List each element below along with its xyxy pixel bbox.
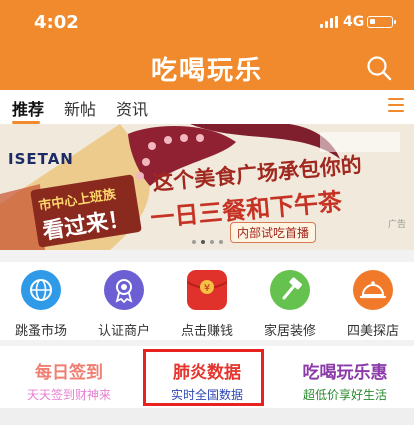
status-bar: 4:02 4G [0, 0, 414, 42]
promo-banner[interactable]: ISETAN 市中心上班族 看过来！ 这个美食广场承包你的 一日三餐和下午茶 内… [0, 124, 414, 250]
promo-daily-checkin[interactable]: 每日签到 天天签到财神来 [0, 346, 138, 408]
quick-links: 跳蚤市场 认证商户 ¥ 点击赚钱 家居装修 四美探店 [0, 262, 414, 340]
badge-icon [104, 270, 144, 310]
red-envelope-icon: ¥ [186, 270, 228, 310]
signal-icon [320, 16, 338, 28]
quick-link-label: 四美探店 [346, 324, 399, 339]
quick-link-shop-explore[interactable]: 四美探店 [332, 270, 414, 340]
hammer-icon [270, 270, 310, 310]
status-time: 4:02 [34, 12, 79, 33]
page-title: 吃喝玩乐 [150, 56, 263, 86]
svg-text:¥: ¥ [204, 283, 210, 294]
promo-deals[interactable]: 吃喝玩乐惠 超低价享好生活 [276, 346, 414, 408]
quick-link-label: 认证商户 [97, 324, 150, 339]
search-icon[interactable] [365, 54, 393, 82]
banner-brand: ISETAN [8, 150, 74, 168]
tab-new-posts[interactable]: 新帖 [64, 96, 96, 120]
app-header: 4:02 4G 吃喝玩乐 [0, 0, 414, 90]
tab-recommend[interactable]: 推荐 [12, 96, 44, 120]
quick-link-label: 跳蚤市场 [14, 324, 67, 339]
quick-link-certified-merchants[interactable]: 认证商户 [83, 270, 165, 340]
promo-title: 吃喝玩乐惠 [302, 363, 388, 383]
quick-link-flea-market[interactable]: 跳蚤市场 [0, 270, 82, 340]
globe-icon [21, 270, 61, 310]
quick-link-label: 点击赚钱 [180, 324, 233, 339]
promo-subtitle: 超低价享好生活 [302, 388, 387, 402]
tab-news[interactable]: 资讯 [116, 96, 148, 120]
battery-icon [367, 16, 396, 28]
section-divider [0, 408, 414, 425]
promo-title: 每日签到 [35, 363, 103, 383]
cloche-icon [353, 270, 393, 310]
quick-link-label: 家居装修 [263, 324, 316, 339]
quick-link-earn-money[interactable]: ¥ 点击赚钱 [166, 270, 248, 340]
ad-label: 广告 [387, 220, 406, 230]
quick-link-home-renovation[interactable]: 家居装修 [249, 270, 331, 340]
highlight-box [143, 349, 264, 406]
promo-subtitle: 天天签到财神来 [26, 388, 111, 402]
menu-icon[interactable] [388, 98, 404, 112]
carousel-dots [0, 240, 414, 244]
network-type: 4G [343, 14, 365, 30]
tab-bar: 推荐 新帖 资讯 [0, 90, 414, 124]
